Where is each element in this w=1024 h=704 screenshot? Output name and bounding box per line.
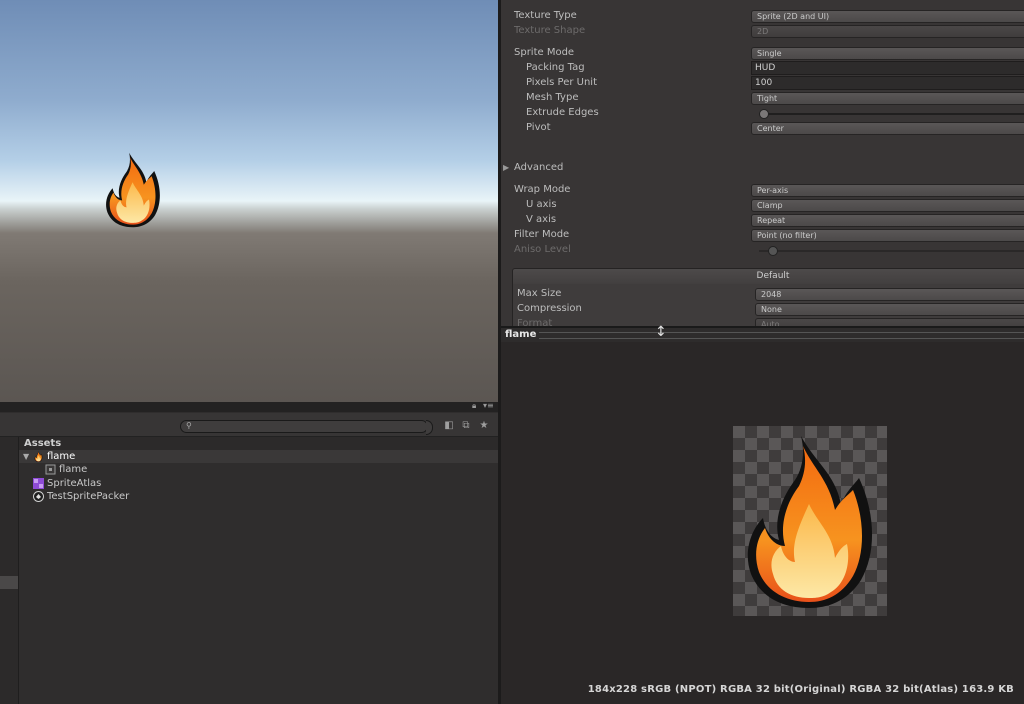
list-item-label: flame [59, 464, 88, 475]
texture-shape-dropdown: 2D [751, 25, 1024, 38]
u-axis-dropdown[interactable]: Clamp [751, 199, 1024, 212]
sprite-mode-dropdown[interactable]: Single [751, 47, 1024, 60]
search-input[interactable]: ⚲ [180, 420, 428, 433]
preview-title: flame [505, 329, 537, 340]
foldout-arrow-icon[interactable]: ▼ [23, 450, 29, 463]
inspector-panel: Texture Type Sprite (2D and UI) Texture … [501, 0, 1024, 326]
list-item-flame[interactable]: ▼ flame [19, 450, 498, 463]
wrap-mode-label: Wrap Mode [514, 184, 571, 195]
preview-panel: 184x228 sRGB (NPOT) RGBA 32 bit(Original… [501, 342, 1024, 704]
favorites-star-icon[interactable]: ★ [477, 419, 491, 433]
u-axis-label: U axis [526, 199, 557, 210]
aniso-level-label: Aniso Level [514, 244, 571, 255]
pixels-per-unit-label: Pixels Per Unit [526, 77, 597, 88]
list-item-label: SpriteAtlas [47, 478, 102, 489]
resize-vertical-icon[interactable]: ↕ [655, 322, 667, 342]
lock-icon[interactable]: 🔒︎ [472, 402, 480, 410]
extrude-edges-slider[interactable] [759, 113, 1024, 115]
project-panel: 🔒︎ ▾≡ ⚲ ◧ ⧉ ★ Assets ▼ flame flame Sprit… [0, 402, 498, 704]
advanced-foldout-arrow-icon[interactable]: ▶ [503, 162, 509, 174]
filter-mode-dropdown[interactable]: Point (no filter) [751, 229, 1024, 242]
platform-tab-default[interactable]: Default [512, 268, 1024, 285]
sprite-atlas-icon [33, 478, 44, 489]
format-label: Format [517, 318, 553, 326]
scene-view[interactable] [0, 0, 498, 402]
pixels-per-unit-field[interactable]: 100 [751, 76, 1024, 90]
list-item-flame-sprite[interactable]: flame [19, 463, 498, 476]
assets-header: Assets [19, 437, 498, 450]
filter-by-label-icon[interactable]: ⧉ [459, 419, 473, 433]
sprite-mode-label: Sprite Mode [514, 47, 575, 58]
max-size-dropdown[interactable]: 2048 [755, 288, 1024, 301]
extrude-edges-label: Extrude Edges [526, 107, 599, 118]
preview-header[interactable]: flame ↕ [501, 324, 1024, 342]
flame-sprite[interactable] [104, 150, 162, 230]
search-icon: ⚲ [186, 421, 192, 430]
filter-by-type-icon[interactable]: ◧ [442, 419, 456, 433]
transparency-checkerboard [733, 426, 887, 616]
pivot-dropdown[interactable]: Center [751, 122, 1024, 135]
format-dropdown: Auto [755, 318, 1024, 326]
texture-shape-label: Texture Shape [514, 25, 586, 36]
compression-label: Compression [517, 303, 582, 314]
sprite-icon [45, 464, 56, 475]
texture-type-dropdown[interactable]: Sprite (2D and UI) [751, 10, 1024, 23]
panel-menu-icon[interactable]: ▾≡ [483, 402, 497, 410]
compression-dropdown[interactable]: None [755, 303, 1024, 316]
packing-tag-label: Packing Tag [526, 62, 585, 73]
texture-type-label: Texture Type [514, 10, 577, 21]
search-cancel-button[interactable] [426, 420, 433, 435]
list-item-testspritepacker[interactable]: TestSpritePacker [19, 490, 498, 503]
v-axis-label: V axis [526, 214, 557, 225]
aniso-level-slider [759, 250, 1024, 252]
unity-icon [33, 491, 44, 502]
extrude-edges-slider-knob[interactable] [759, 109, 769, 119]
filter-mode-label: Filter Mode [514, 229, 570, 240]
aniso-level-slider-knob [768, 246, 778, 256]
list-item-label: flame [47, 451, 76, 462]
pivot-label: Pivot [526, 122, 551, 133]
project-title-bar: 🔒︎ ▾≡ [0, 402, 498, 412]
advanced-foldout[interactable]: Advanced [514, 162, 563, 174]
list-item-spriteatlas[interactable]: SpriteAtlas [19, 477, 498, 490]
texture-info-text: 184x228 sRGB (NPOT) RGBA 32 bit(Original… [587, 684, 1014, 695]
mesh-type-label: Mesh Type [526, 92, 579, 103]
wrap-mode-dropdown[interactable]: Per-axis [751, 184, 1024, 197]
max-size-label: Max Size [517, 288, 562, 299]
flame-preview-image [743, 434, 877, 610]
v-axis-dropdown[interactable]: Repeat [751, 214, 1024, 227]
flame-icon [33, 451, 44, 462]
mesh-type-dropdown[interactable]: Tight [751, 92, 1024, 105]
project-folder-tree [0, 437, 19, 704]
list-item-label: TestSpritePacker [47, 491, 130, 502]
packing-tag-field[interactable]: HUD [751, 61, 1024, 75]
project-toolbar: ⚲ ◧ ⧉ ★ [0, 413, 498, 437]
preview-drag-handle[interactable] [539, 332, 1024, 339]
selected-folder[interactable] [0, 576, 18, 589]
